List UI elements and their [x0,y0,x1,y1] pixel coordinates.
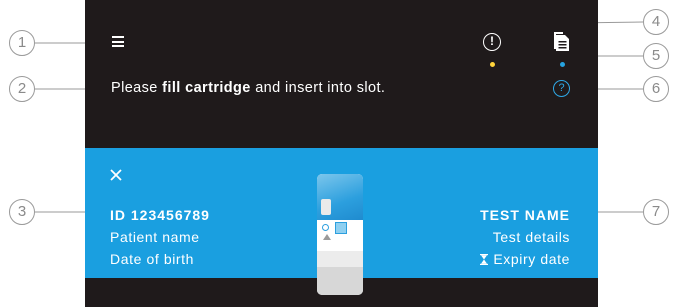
test-name: TEST NAME [480,207,570,223]
instruction-before: Please [111,80,163,96]
callout-4: 4 [643,9,669,35]
patient-name: Patient name [110,229,200,245]
alert-circle-icon[interactable]: ! [483,33,501,51]
cartridge-tab [321,199,331,215]
callout-2: 2 [9,76,35,102]
close-icon[interactable] [109,168,123,182]
instruction-emphasis: fill cartridge [162,80,251,96]
test-expiry: Expiry date [480,248,570,270]
alert-status-dot [490,62,495,67]
callout-7: 7 [643,199,669,225]
callout-3: 3 [9,199,35,225]
help-circle-icon[interactable]: ? [553,80,570,97]
test-details: Test details [492,229,570,245]
cartridge-ring [322,224,329,231]
instruction-text: Please fill cartridge and insert into sl… [111,80,385,96]
cartridge-arrow-icon [323,234,331,240]
callout-6: 6 [643,76,669,102]
cartridge-base [317,267,363,295]
test-info: TEST NAME Test details Expiry date [480,204,570,270]
test-expiry-label: Expiry date [493,251,570,267]
cartridge-mid-band [317,251,363,267]
document-status-dot [560,62,565,67]
patient-dob: Date of birth [110,251,195,267]
hamburger-menu-icon[interactable] [112,36,124,47]
hourglass-icon [480,254,489,265]
callout-5: 5 [643,43,669,69]
patient-id: ID 123456789 [110,207,210,223]
cartridge-illustration [317,174,363,295]
cartridge-code [335,222,347,234]
callout-1: 1 [9,30,35,56]
patient-info: ID 123456789 Patient name Date of birth [110,204,210,270]
instruction-after: and insert into slot. [250,80,386,96]
document-icon[interactable] [553,31,571,53]
